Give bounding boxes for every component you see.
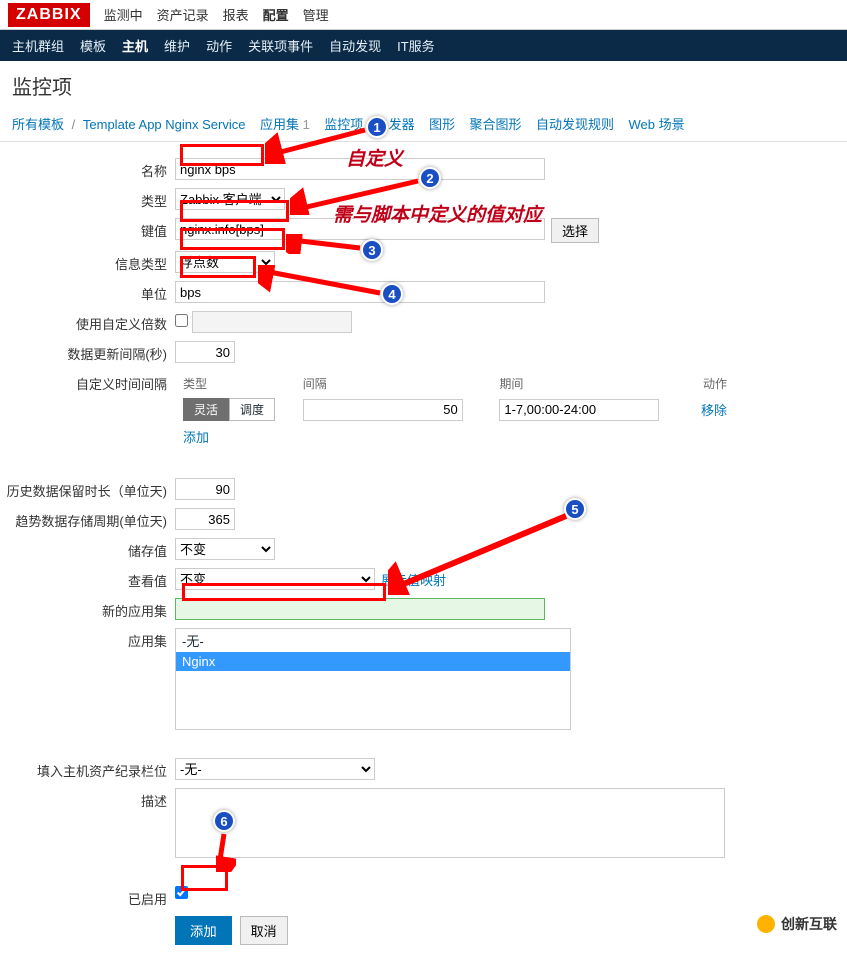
- bc-template[interactable]: Template App Nginx Service: [83, 117, 246, 132]
- add-interval-link[interactable]: 添加: [183, 430, 209, 445]
- watermark-icon: [755, 913, 777, 935]
- store-select[interactable]: 不变: [175, 538, 275, 560]
- th-action: 动作: [690, 373, 733, 394]
- subnav-templates[interactable]: 模板: [80, 36, 106, 55]
- topnav-administration[interactable]: 管理: [303, 5, 329, 24]
- topnav-inventory[interactable]: 资产记录: [157, 5, 209, 24]
- inventory-select[interactable]: -无-: [175, 758, 375, 780]
- history-input[interactable]: [175, 478, 235, 500]
- app-listbox[interactable]: -无- Nginx: [175, 628, 571, 730]
- label-newapp: 新的应用集: [0, 598, 175, 620]
- topnav-reports[interactable]: 报表: [223, 5, 249, 24]
- custint-period[interactable]: [499, 399, 659, 421]
- remove-link[interactable]: 移除: [701, 403, 727, 418]
- custint-value[interactable]: [303, 399, 463, 421]
- breadcrumb: 所有模板 / Template App Nginx Service 应用集 1 …: [0, 110, 847, 142]
- unit-input[interactable]: [175, 281, 545, 303]
- bc-triggers[interactable]: 发器: [389, 117, 415, 132]
- bc-graphs[interactable]: 图形: [429, 117, 455, 132]
- watermark: 创新互联: [755, 913, 837, 935]
- interval-type-segment[interactable]: 灵活 调度: [183, 398, 275, 421]
- label-desc: 描述: [0, 788, 175, 810]
- label-history: 历史数据保留时长（单位天): [0, 478, 175, 500]
- label-store: 储存值: [0, 538, 175, 560]
- page-title: 监控项: [12, 71, 835, 100]
- trend-input[interactable]: [175, 508, 235, 530]
- cancel-button[interactable]: 取消: [240, 916, 288, 945]
- key-input[interactable]: [175, 218, 545, 240]
- name-input[interactable]: [175, 158, 545, 180]
- show-select[interactable]: 不变: [175, 568, 375, 590]
- subnav-hostgroups[interactable]: 主机群组: [12, 36, 64, 55]
- seg-scheduling[interactable]: 调度: [229, 398, 275, 421]
- key-select-button[interactable]: 选择: [551, 218, 599, 243]
- topnav-monitoring[interactable]: 监测中: [104, 5, 143, 24]
- label-multiplier: 使用自定义倍数: [0, 311, 175, 333]
- newapp-input[interactable]: [175, 598, 545, 620]
- zabbix-logo: ZABBIX: [8, 3, 90, 27]
- label-name: 名称: [0, 158, 175, 180]
- bc-discovery[interactable]: 自动发现规则: [536, 117, 614, 132]
- bc-items[interactable]: 监控项: [324, 117, 363, 132]
- app-option-none[interactable]: -无-: [176, 629, 570, 652]
- th-period: 期间: [493, 373, 688, 394]
- subnav-events[interactable]: 关联项事件: [248, 36, 313, 55]
- multiplier-checkbox[interactable]: [175, 314, 188, 327]
- seg-flexible[interactable]: 灵活: [183, 398, 229, 421]
- add-button[interactable]: 添加: [175, 916, 232, 945]
- label-show: 查看值: [0, 568, 175, 590]
- bc-all-templates[interactable]: 所有模板: [12, 117, 64, 132]
- label-infotype: 信息类型: [0, 251, 175, 273]
- th-interval: 间隔: [297, 373, 492, 394]
- subnav-maintenance[interactable]: 维护: [164, 36, 190, 55]
- type-select[interactable]: Zabbix 客户端: [175, 188, 285, 210]
- label-trend: 趋势数据存储周期(单位天): [0, 508, 175, 530]
- topnav-configuration[interactable]: 配置: [263, 5, 289, 24]
- label-unit: 单位: [0, 281, 175, 303]
- label-key: 键值: [0, 218, 175, 240]
- bc-aggraphs[interactable]: 聚合图形: [470, 117, 522, 132]
- subnav-discovery[interactable]: 自动发现: [329, 36, 381, 55]
- label-inventory: 填入主机资产纪录栏位: [0, 758, 175, 780]
- subnav-itservices[interactable]: IT服务: [397, 36, 435, 55]
- subnav-hosts[interactable]: 主机: [122, 36, 148, 55]
- label-interval: 数据更新间隔(秒): [0, 341, 175, 363]
- interval-input[interactable]: [175, 341, 235, 363]
- label-type: 类型: [0, 188, 175, 210]
- th-type: 类型: [177, 373, 295, 394]
- watermark-text: 创新互联: [781, 914, 837, 934]
- enabled-checkbox[interactable]: [175, 886, 188, 899]
- multiplier-value: [192, 311, 352, 333]
- label-app: 应用集: [0, 628, 175, 650]
- infotype-select[interactable]: 浮点数: [175, 251, 275, 273]
- app-option-nginx[interactable]: Nginx: [176, 652, 570, 671]
- bc-appsets[interactable]: 应用集: [260, 117, 299, 132]
- show-valuemap-link[interactable]: 展示值映射: [381, 570, 446, 589]
- label-custint: 自定义时间间隔: [0, 371, 175, 393]
- subnav-actions[interactable]: 动作: [206, 36, 232, 55]
- desc-textarea[interactable]: [175, 788, 725, 858]
- bc-web[interactable]: Web 场景: [628, 117, 684, 132]
